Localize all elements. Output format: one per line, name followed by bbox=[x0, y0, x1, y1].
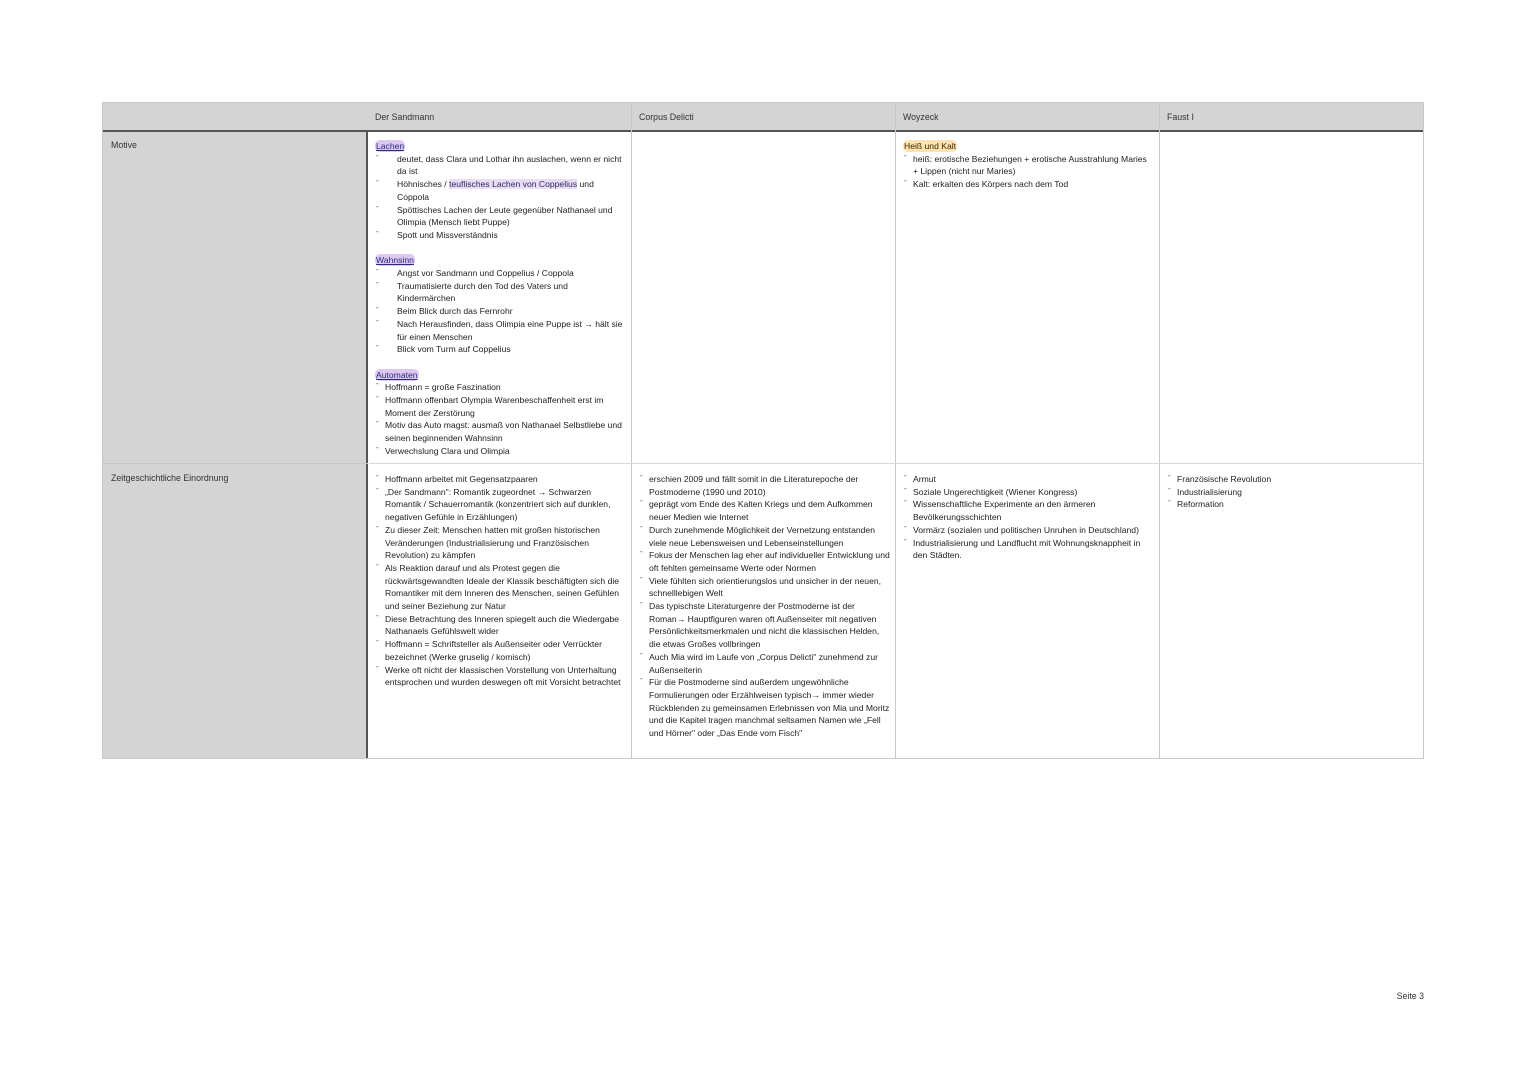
motif-title: Wahnsinn bbox=[375, 254, 415, 267]
motif-lachen: Lachen deutet, dass Clara und Lothar ihn… bbox=[375, 140, 625, 242]
column-divider bbox=[895, 103, 896, 758]
list-item: Höhnisches / teuflisches Lachen von Copp… bbox=[375, 175, 625, 203]
list-item: Als Reaktion darauf und als Protest gege… bbox=[375, 559, 625, 613]
column-header-corpus-delicti: Corpus Delicti bbox=[639, 112, 694, 122]
list-item: Traumatisierte durch den Tod des Vaters … bbox=[375, 277, 625, 305]
motif-title: Heiß und Kalt bbox=[903, 140, 958, 152]
list-item: Hoffmann arbeitet mit Gegensatzpaaren bbox=[375, 470, 625, 486]
list-item: Französische Revolution bbox=[1167, 470, 1417, 486]
highlighted-text: teuflisches Lachen von Coppelius bbox=[449, 179, 578, 190]
list-item: Durch zunehmende Möglichkeit der Vernetz… bbox=[639, 521, 891, 549]
list-item: Für die Postmoderne sind außerdem ungewö… bbox=[639, 673, 891, 740]
table-header-row bbox=[103, 103, 1423, 132]
list-item: Armut bbox=[903, 470, 1155, 486]
page-number: Seite 3 bbox=[1396, 991, 1424, 1001]
list-item: heiß: erotische Beziehungen + erotische … bbox=[903, 150, 1153, 178]
row-divider bbox=[103, 463, 368, 464]
list-item: erschien 2009 und fällt somit in die Lit… bbox=[639, 470, 891, 498]
list-item: Angst vor Sandmann und Coppelius / Coppo… bbox=[375, 264, 625, 280]
comparison-table: Der Sandmann Corpus Delicti Woyzeck Faus… bbox=[102, 102, 1424, 759]
list-item: Zu dieser Zeit: Menschen hatten mit groß… bbox=[375, 521, 625, 562]
list-item: Industrialisierung und Landflucht mit Wo… bbox=[903, 533, 1155, 562]
list-item: Viele fühlten sich orientierungslos und … bbox=[639, 572, 891, 600]
list-item: Beim Blick durch das Fernrohr bbox=[375, 302, 625, 318]
list-item: Auch Mia wird im Laufe von „Corpus Delic… bbox=[639, 648, 891, 676]
list-item: Hoffmann offenbart Olympia Warenbeschaff… bbox=[375, 391, 625, 419]
list-item: Reformation bbox=[1167, 495, 1417, 511]
list-item: geprägt vom Ende des Kalten Kriegs und d… bbox=[639, 495, 891, 523]
column-header-sandmann: Der Sandmann bbox=[375, 112, 435, 122]
column-header-woyzeck: Woyzeck bbox=[903, 112, 939, 122]
list-item: Hoffmann = Schriftsteller als Außenseite… bbox=[375, 635, 625, 663]
list-item: deutet, dass Clara und Lothar ihn auslac… bbox=[375, 150, 625, 178]
cell-motive-sandmann: Lachen deutet, dass Clara und Lothar ihn… bbox=[375, 140, 625, 458]
list-item: Hoffmann = große Faszination bbox=[375, 378, 625, 394]
cell-motive-woyzeck: Heiß und Kalt heiß: erotische Beziehunge… bbox=[903, 140, 1153, 191]
motif-title: Automaten bbox=[375, 368, 419, 381]
list-item: „Der Sandmann": Romantik zugeordnet → Sc… bbox=[375, 483, 625, 524]
item-text: Höhnisches / bbox=[397, 179, 450, 190]
list-item: Industrialisierung bbox=[1167, 483, 1417, 499]
list-item: Spöttisches Lachen der Leute gegenüber N… bbox=[375, 200, 625, 229]
motif-wahnsinn: Wahnsinn Angst vor Sandmann und Coppeliu… bbox=[375, 254, 625, 356]
list-item: Verwechslung Clara und Olimpia bbox=[375, 442, 625, 458]
list-item: Soziale Ungerechtigkeit (Wiener Kongress… bbox=[903, 483, 1155, 499]
list-item: Das typischste Literaturgenre der Postmo… bbox=[639, 597, 891, 651]
column-divider bbox=[1159, 103, 1160, 758]
list-item: Blick vom Turm auf Coppelius bbox=[375, 340, 625, 356]
list-item: Kalt: erkalten des Körpers nach dem Tod bbox=[903, 175, 1153, 191]
list-item: Werke oft nicht der klassischen Vorstell… bbox=[375, 660, 625, 689]
row-label-einordnung: Zeitgeschichtliche Einordnung bbox=[111, 473, 229, 483]
cell-einordnung-woyzeck: Armut Soziale Ungerechtigkeit (Wiener Ko… bbox=[903, 470, 1155, 562]
list-item: Fokus der Menschen lag eher auf individu… bbox=[639, 546, 891, 574]
column-header-faust: Faust I bbox=[1167, 112, 1194, 122]
cell-einordnung-sandmann: Hoffmann arbeitet mit Gegensatzpaaren „D… bbox=[375, 470, 625, 689]
list-item: Vormärz (sozialen und politischen Unruhe… bbox=[903, 521, 1155, 537]
list-item: Spott und Missverständnis bbox=[375, 226, 625, 242]
list-item: Nach Herausfinden, dass Olimpia eine Pup… bbox=[375, 315, 625, 343]
list-item: Diese Betrachtung des Inneren spiegelt a… bbox=[375, 610, 625, 638]
motif-title: Lachen bbox=[375, 140, 406, 152]
cell-einordnung-faust: Französische Revolution Industrialisieru… bbox=[1167, 470, 1417, 511]
row-divider bbox=[369, 463, 1423, 464]
motif-automaten: Automaten Hoffmann = große Faszination H… bbox=[375, 368, 625, 458]
cell-einordnung-corpus-delicti: erschien 2009 und fällt somit in die Lit… bbox=[639, 470, 891, 740]
column-divider bbox=[631, 103, 632, 758]
row-label-motive: Motive bbox=[111, 140, 137, 150]
row-label-column bbox=[103, 132, 368, 758]
list-item: Wissenschaftliche Experimente an den ärm… bbox=[903, 495, 1155, 523]
list-item: Motiv das Auto magst: ausmaß von Nathana… bbox=[375, 416, 625, 444]
